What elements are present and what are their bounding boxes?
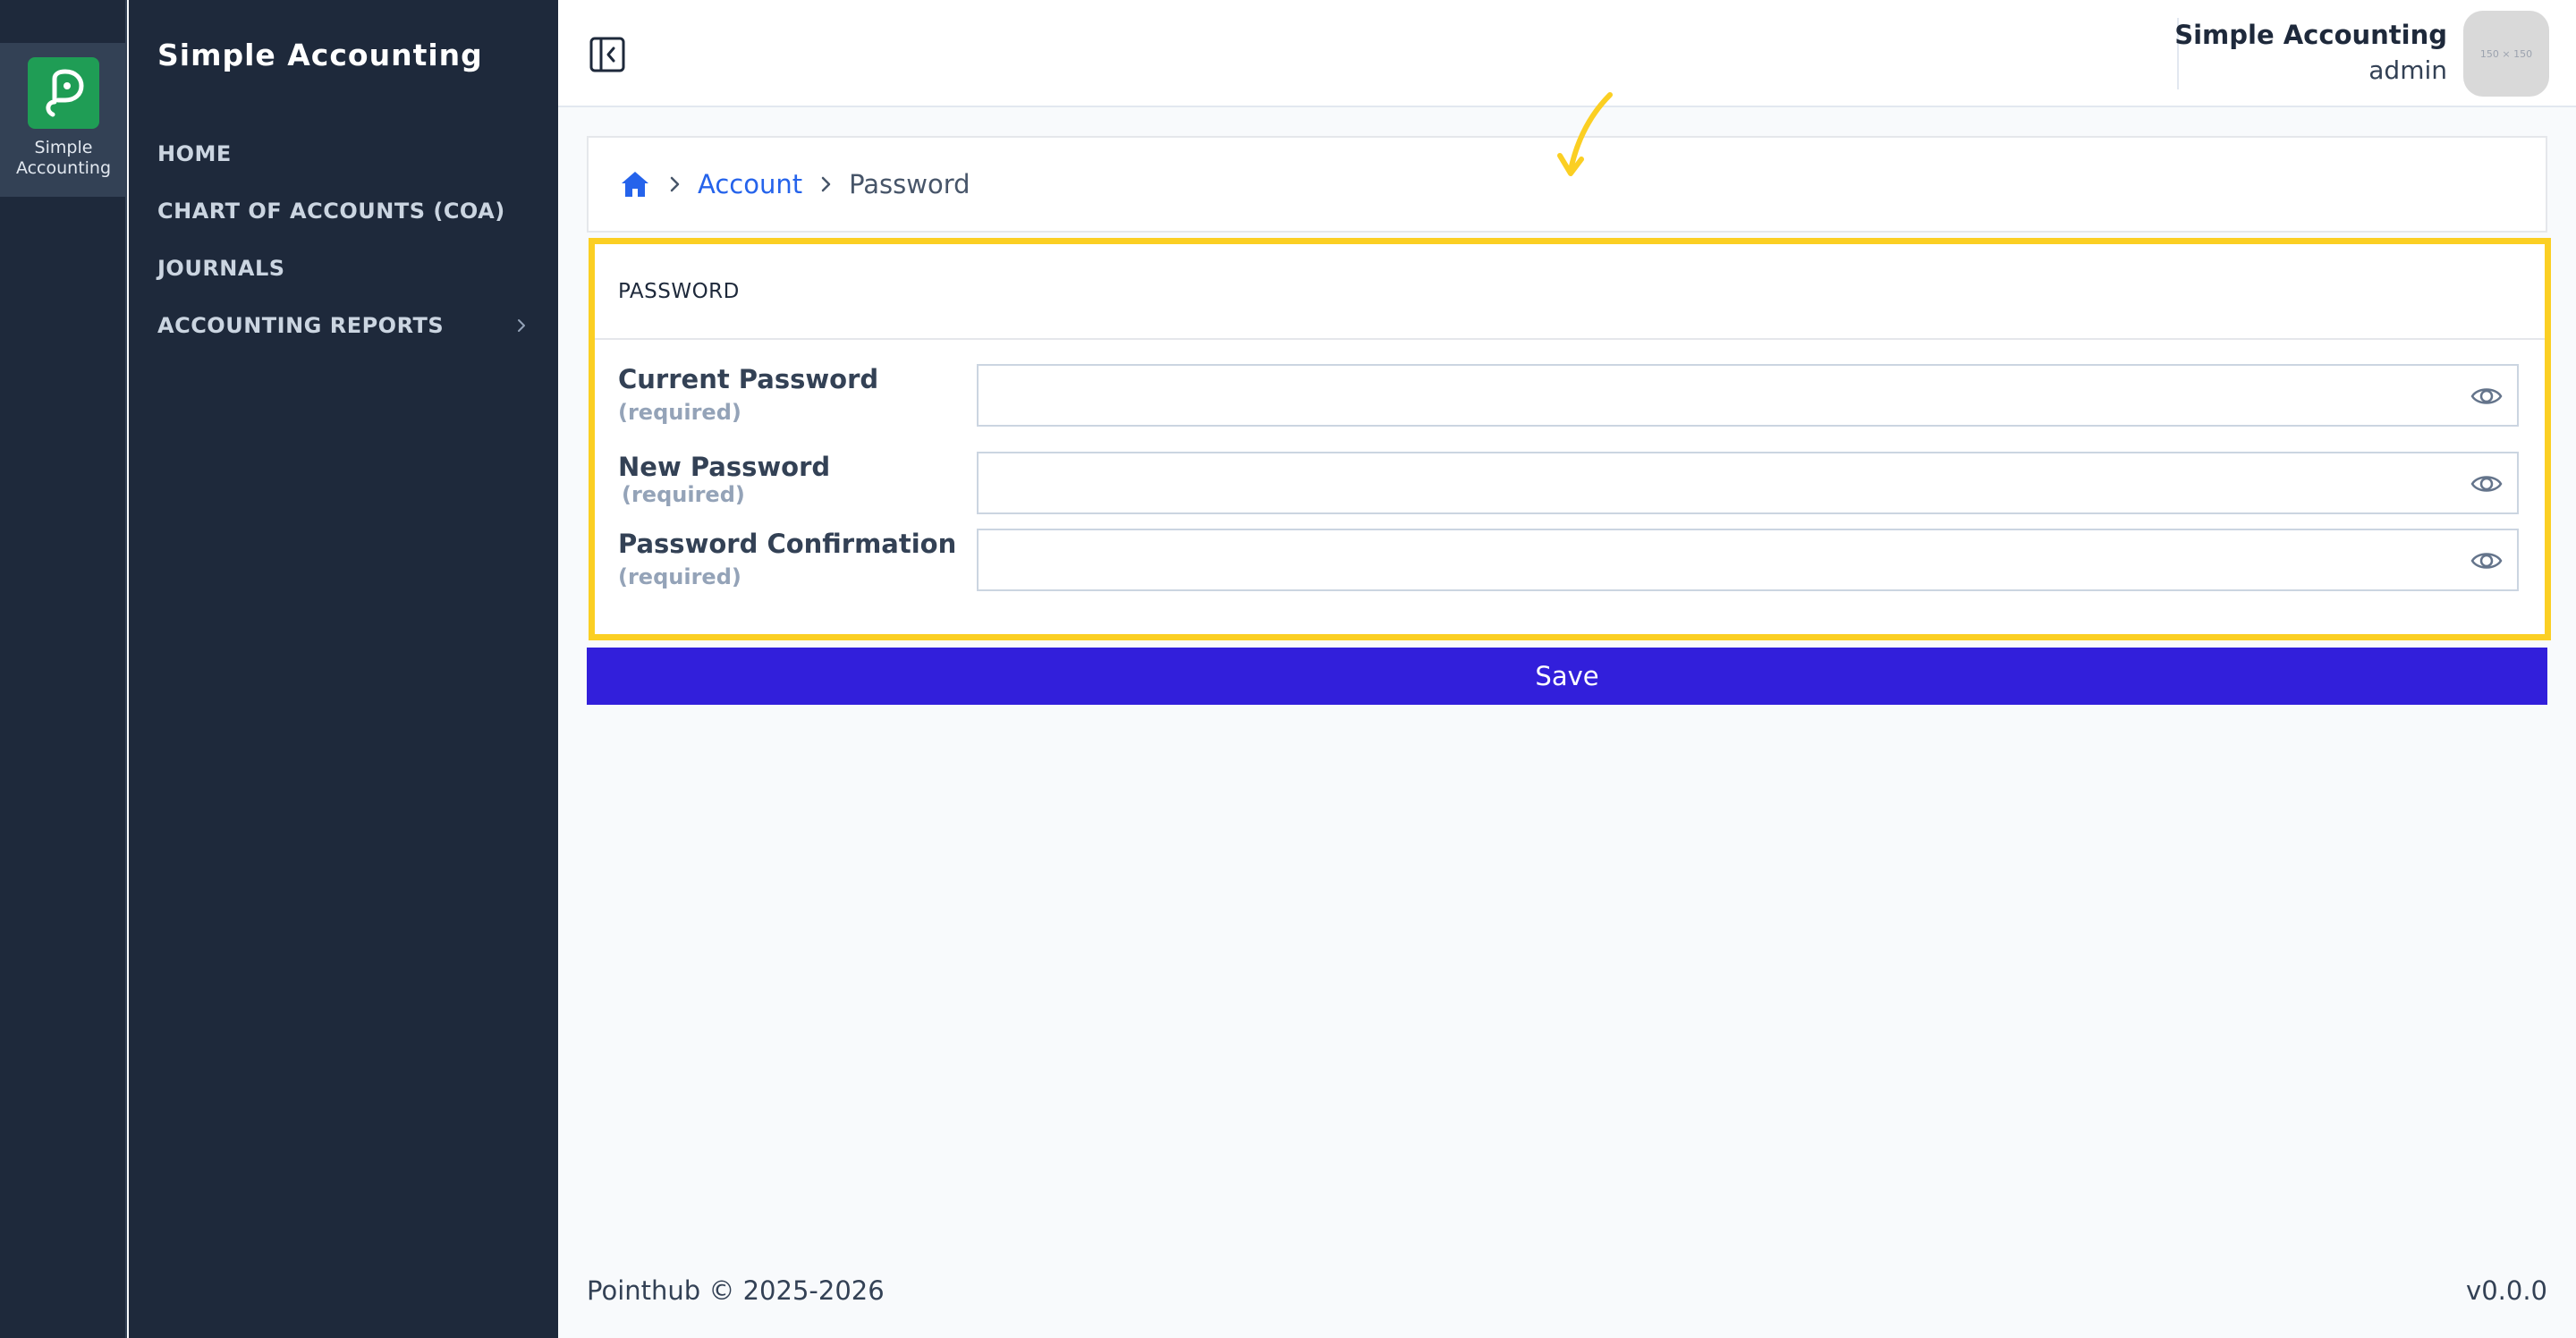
eye-icon[interactable] [2470,470,2503,497]
avatar[interactable]: 150 × 150 [2463,11,2549,97]
current-password-label: Current Password [618,364,879,394]
password-confirmation-input[interactable] [979,530,2517,589]
chevron-right-icon [815,174,836,195]
sidebar-item-accounting-reports[interactable]: ACCOUNTING REPORTS [157,297,533,354]
breadcrumb-link-account[interactable]: Account [698,169,802,199]
sidebar-title: Simple Accounting [157,38,483,72]
sidebar-toggle-button[interactable] [589,36,626,73]
new-password-label-group: New Password (required) [618,452,958,511]
new-password-input[interactable] [979,453,2517,512]
footer-version: v0.0.0 [2466,1275,2547,1306]
user-name: Simple Accounting [2174,20,2447,50]
sidebar: Simple Accounting HOME CHART OF ACCOUNTS… [129,0,558,1338]
sidebar-item-label: HOME [157,141,232,166]
current-password-input[interactable] [979,366,2517,425]
sidebar-nav: HOME CHART OF ACCOUNTS (COA) JOURNALS AC… [157,125,533,354]
sidebar-item-label: JOURNALS [157,256,285,281]
new-password-label: New Password [618,452,831,482]
current-password-field[interactable] [977,364,2519,427]
sidebar-item-label: ACCOUNTING REPORTS [157,313,445,338]
chevron-right-icon [510,314,533,337]
avatar-placeholder-text: 150 × 150 [2479,47,2533,60]
annotation-arrow-icon [1557,92,1613,176]
current-password-label-group: Current Password (required) [618,364,958,425]
app-label: Simple Accounting [16,138,111,179]
footer-copyright: Pointhub © 2025-2026 [587,1275,885,1306]
new-password-field[interactable] [977,452,2519,514]
password-confirmation-field[interactable] [977,529,2519,591]
eye-icon[interactable] [2470,547,2503,574]
sidebar-collapse-icon [589,37,625,72]
password-confirmation-label-group: Password Confirmation (required) [618,529,958,589]
sidebar-item-chart-of-accounts[interactable]: CHART OF ACCOUNTS (COA) [157,182,533,240]
sidebar-item-label: CHART OF ACCOUNTS (COA) [157,199,505,224]
sidebar-item-home[interactable]: HOME [157,125,533,182]
card-title: PASSWORD [595,244,2545,340]
password-form-card: PASSWORD Current Password (required) New… [589,238,2551,640]
app-rail: Simple Accounting [0,0,127,1338]
save-button[interactable]: Save [587,648,2547,705]
required-hint: (required) [622,482,745,507]
user-role: admin [2368,55,2447,85]
app-label-line2: Accounting [15,158,112,178]
app-switcher-item[interactable]: Simple Accounting [0,43,127,197]
home-icon[interactable] [619,168,651,200]
app-logo-icon [28,57,99,129]
app-label-line1: Simple [34,138,93,157]
required-hint: (required) [618,564,741,589]
password-confirmation-label: Password Confirmation [618,529,957,559]
sidebar-item-journals[interactable]: JOURNALS [157,240,533,297]
eye-icon[interactable] [2470,383,2503,410]
chevron-right-icon [664,174,685,195]
breadcrumb-current: Password [849,169,970,199]
required-hint: (required) [618,400,741,425]
